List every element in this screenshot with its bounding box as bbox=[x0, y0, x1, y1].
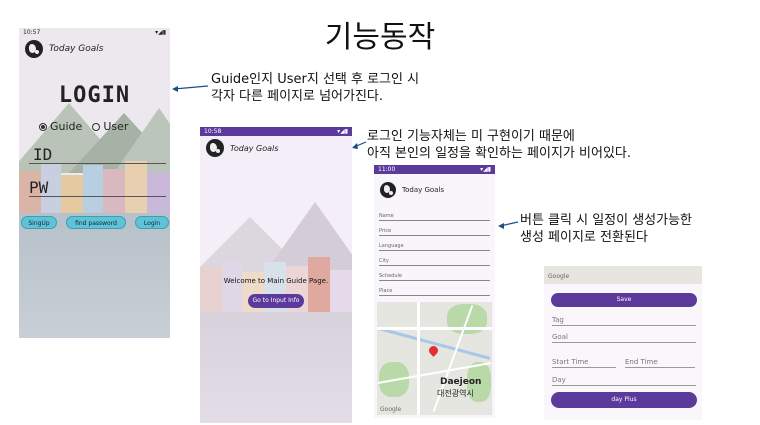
place-field[interactable]: Place bbox=[379, 288, 490, 296]
schedule-field[interactable]: Schedule bbox=[379, 273, 490, 281]
id-input[interactable] bbox=[29, 163, 166, 164]
app-bar: Today Goals bbox=[200, 136, 352, 160]
map-city-en: Daejeon bbox=[440, 377, 482, 387]
start-time-field[interactable]: Start Time bbox=[552, 358, 616, 368]
language-field[interactable]: Language bbox=[379, 243, 490, 251]
slide-title: 기능동작 bbox=[324, 20, 436, 55]
phone-main-guide-screen: 10:58 ▾◢▮ Today Goals Welcome to Main Gu… bbox=[200, 127, 352, 423]
note-login-line1: 로그인 기능자체는 미 구현이기 때문에 bbox=[367, 129, 575, 144]
save-button[interactable]: Save bbox=[551, 293, 697, 307]
map-view[interactable]: Google bbox=[544, 266, 702, 284]
app-name: Today Goals bbox=[230, 143, 279, 153]
login-title: LOGIN bbox=[58, 83, 131, 108]
city-field[interactable]: City bbox=[379, 258, 490, 266]
pw-label: PW bbox=[29, 178, 49, 197]
note-create-line1: 버튼 클릭 시 일정이 생성가능한 bbox=[520, 213, 693, 228]
end-time-field[interactable]: End Time bbox=[625, 358, 695, 368]
pw-input[interactable] bbox=[29, 196, 166, 197]
arrow-to-phone3 bbox=[498, 221, 519, 229]
status-time: 10:57 bbox=[23, 29, 41, 36]
find-password-button[interactable]: find password bbox=[66, 216, 126, 229]
map-city-ko: 대전광역시 bbox=[437, 389, 474, 398]
note-guide-user-line2: 각자 다른 페이지로 넘어가진다. bbox=[211, 89, 384, 104]
globe-icon bbox=[206, 139, 224, 157]
status-bar: 11:00 ▾◢▮ bbox=[374, 165, 495, 174]
water-reflection bbox=[19, 213, 170, 338]
status-time: 10:58 bbox=[204, 128, 222, 135]
arrow-to-phone2 bbox=[352, 141, 367, 149]
radio-unchecked-icon bbox=[92, 122, 101, 131]
id-label: ID bbox=[33, 145, 53, 164]
note-create-line2: 생성 페이지로 전환된다 bbox=[520, 230, 648, 245]
app-name: Today Goals bbox=[402, 186, 445, 194]
phone-input-info-screen: 11:00 ▾◢▮ Today Goals Name Price Languag… bbox=[374, 165, 495, 418]
phone-login-screen: 10:57 ▾◢▮ Today Goals LOGIN Guide User I… bbox=[19, 28, 170, 338]
app-bar: Today Goals bbox=[19, 37, 170, 61]
radio-guide-label: Guide bbox=[50, 120, 83, 133]
radio-guide[interactable]: Guide bbox=[39, 120, 82, 133]
signal-icon: ▾◢▮ bbox=[155, 29, 166, 36]
signal-icon: ▾◢▮ bbox=[480, 166, 491, 173]
app-bar: Today Goals bbox=[374, 174, 495, 201]
globe-icon bbox=[25, 40, 43, 58]
arrow-to-phone1 bbox=[172, 85, 209, 92]
app-name: Today Goals bbox=[49, 44, 104, 54]
login-button[interactable]: Login bbox=[135, 216, 169, 229]
phone-create-schedule-screen: Google Save Tag Goal Start Time End Time… bbox=[544, 266, 702, 420]
radio-user[interactable]: User bbox=[92, 120, 128, 133]
price-field[interactable]: Price bbox=[379, 228, 490, 236]
welcome-text: Welcome to Main Guide Page. bbox=[223, 277, 329, 285]
map-view[interactable]: Daejeon 대전광역시 Google bbox=[377, 302, 492, 415]
role-radio-group: Guide User bbox=[39, 120, 128, 133]
signup-button[interactable]: SingUp bbox=[21, 216, 57, 229]
tag-field[interactable]: Tag bbox=[552, 316, 696, 326]
go-to-input-info-button[interactable]: Go to Input Info bbox=[248, 294, 304, 308]
goal-field[interactable]: Goal bbox=[552, 333, 696, 343]
radio-checked-icon bbox=[39, 122, 47, 131]
status-time: 11:00 bbox=[378, 166, 396, 173]
signal-icon: ▾◢▮ bbox=[337, 128, 348, 135]
note-guide-user: Guide인지 User지 선택 후 로그인 시 각자 다른 페이지로 넘어가진… bbox=[211, 71, 419, 105]
note-login-line2: 아직 본인의 일정을 확인하는 페이지가 비어있다. bbox=[367, 146, 631, 161]
note-guide-user-line1: Guide인지 User지 선택 후 로그인 시 bbox=[211, 72, 420, 87]
globe-icon bbox=[380, 182, 396, 198]
day-field[interactable]: Day bbox=[552, 376, 696, 386]
day-plus-button[interactable]: day Plus bbox=[551, 392, 697, 408]
water-reflection bbox=[200, 312, 352, 423]
google-logo: Google bbox=[548, 273, 570, 280]
status-bar: 10:57 ▾◢▮ bbox=[19, 28, 170, 37]
name-field[interactable]: Name bbox=[379, 213, 490, 221]
radio-user-label: User bbox=[103, 120, 129, 133]
note-login-unimplemented: 로그인 기능자체는 미 구현이기 때문에 아직 본인의 일정을 확인하는 페이지… bbox=[367, 128, 631, 162]
note-create-page: 버튼 클릭 시 일정이 생성가능한 생성 페이지로 전환된다 bbox=[520, 212, 692, 246]
status-bar: 10:58 ▾◢▮ bbox=[200, 127, 352, 136]
google-logo: Google bbox=[380, 406, 402, 413]
